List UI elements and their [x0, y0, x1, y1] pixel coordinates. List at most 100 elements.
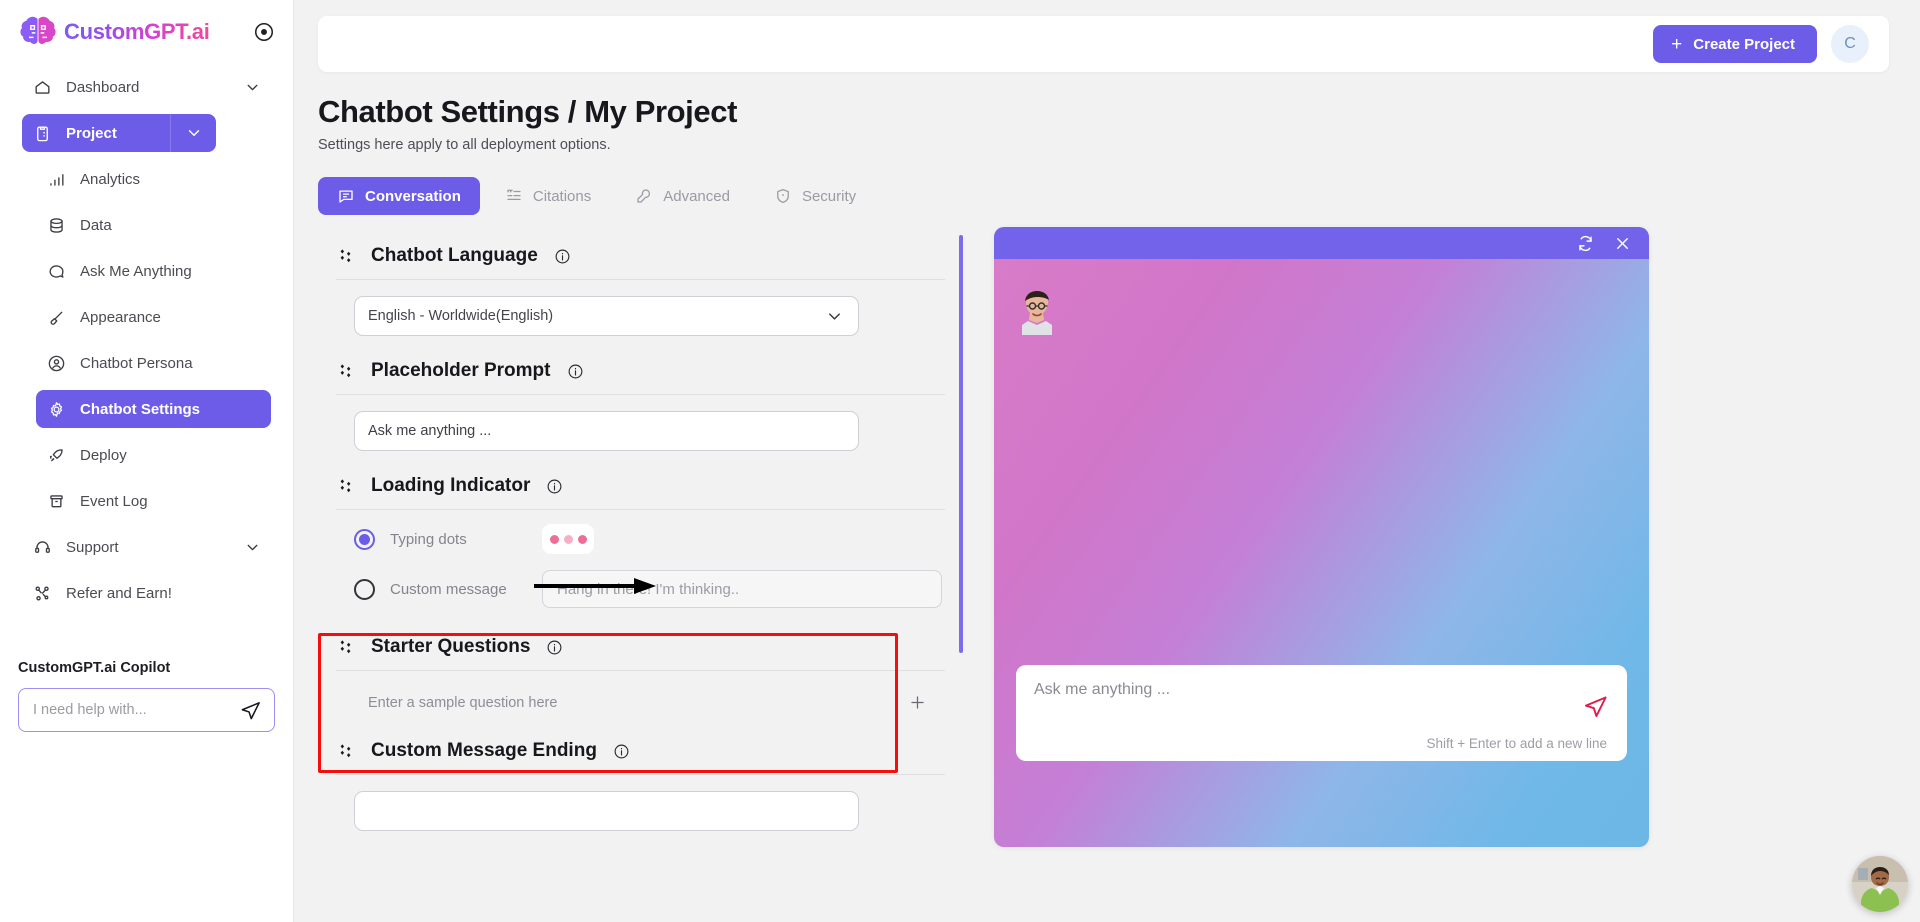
message-square-icon [337, 187, 355, 205]
custom-message-ending-input[interactable] [368, 803, 844, 819]
refresh-icon[interactable] [1576, 234, 1595, 253]
custom-message-ending-input-wrap[interactable] [354, 791, 859, 831]
copilot-panel: CustomGPT.ai Copilot [0, 660, 293, 732]
info-icon[interactable] [567, 363, 584, 380]
placeholder-prompt-input-wrap[interactable] [354, 411, 859, 451]
starter-question-row [318, 671, 945, 730]
sidebar-item-dashboard[interactable]: Dashboard [22, 68, 271, 106]
tab-security[interactable]: Security [755, 177, 875, 215]
drag-handle-icon[interactable] [336, 477, 355, 496]
sidebar-item-label: Analytics [80, 170, 141, 188]
brand-name: CustomGPT.ai [64, 19, 210, 44]
chatbot-preview-panel: Ask me anything ... Shift + Enter to add… [994, 227, 1649, 847]
plus-icon[interactable] [908, 693, 927, 712]
info-icon[interactable] [546, 478, 563, 495]
settings-column: Chatbot Language English - Worldwide(Eng… [318, 235, 963, 855]
sidebar-item-label: Project [66, 124, 117, 142]
paintbrush-icon [47, 308, 66, 327]
tab-conversation[interactable]: Conversation [318, 177, 480, 215]
drag-handle-icon[interactable] [336, 742, 355, 761]
radio-label: Custom message [390, 580, 507, 598]
tab-citations[interactable]: Citations [486, 177, 610, 215]
chatbot-language-select[interactable]: English - Worldwide(English) [354, 296, 859, 336]
sidebar-item-analytics[interactable]: Analytics [36, 160, 271, 198]
language-field: English - Worldwide(English) [318, 280, 945, 350]
drag-handle-icon[interactable] [336, 362, 355, 381]
app-root: CustomGPT.ai Dashboard Project Analytics… [0, 0, 1920, 922]
section-header: Custom Message Ending [318, 730, 945, 762]
custom-message-ending-field [318, 775, 945, 845]
shield-check-icon [774, 187, 792, 205]
home-icon [33, 78, 52, 97]
copilot-input-wrap[interactable] [18, 688, 275, 732]
typing-dots-preview [542, 524, 594, 554]
sidebar-project-expand-button[interactable] [170, 114, 216, 152]
sidebar-item-label: Refer and Earn! [66, 584, 172, 602]
info-icon[interactable] [546, 639, 563, 656]
drag-handle-icon[interactable] [336, 638, 355, 657]
tab-advanced[interactable]: Advanced [616, 177, 749, 215]
close-icon[interactable] [1613, 234, 1632, 253]
info-icon[interactable] [613, 743, 630, 760]
bar-chart-icon [47, 170, 66, 189]
preview-body: Ask me anything ... Shift + Enter to add… [994, 259, 1649, 847]
create-project-button[interactable]: + Create Project [1653, 25, 1817, 63]
customgpt-brain-logo-icon [20, 15, 56, 49]
target-icon[interactable] [253, 21, 275, 43]
page-header: Chatbot Settings / My Project Settings h… [294, 72, 1920, 153]
main-content: + Create Project C Chatbot Settings / My… [294, 0, 1920, 922]
sidebar-item-label: Data [80, 216, 112, 234]
chat-bubble-icon [47, 262, 66, 281]
sidebar-item-data[interactable]: Data [36, 206, 271, 244]
section-custom-message-ending: Custom Message Ending [318, 730, 945, 845]
dot-2 [563, 534, 573, 544]
wrench-icon [635, 187, 653, 205]
starter-question-input[interactable] [368, 694, 908, 711]
gear-icon [47, 400, 66, 419]
radio-custom-message[interactable] [354, 578, 375, 600]
dot-1 [549, 534, 559, 544]
sidebar-item-deploy[interactable]: Deploy [36, 436, 271, 474]
sidebar-item-project[interactable]: Project [22, 114, 170, 152]
sidebar-item-label: Support [66, 538, 119, 556]
preview-header [994, 227, 1649, 259]
sidebar-item-refer-and-earn[interactable]: Refer and Earn! [22, 574, 271, 612]
section-header: Starter Questions [318, 626, 945, 658]
user-avatar[interactable]: C [1831, 25, 1869, 63]
create-project-label: Create Project [1693, 35, 1795, 53]
chevron-down-icon[interactable] [244, 79, 261, 96]
section-starter-questions: Starter Questions [318, 626, 945, 730]
radio-label: Typing dots [390, 530, 467, 548]
tab-label: Advanced [663, 187, 730, 205]
chevron-down-icon[interactable] [244, 539, 261, 556]
placeholder-prompt-input[interactable] [368, 423, 844, 439]
send-icon[interactable] [239, 699, 262, 722]
sidebar-item-support[interactable]: Support [22, 528, 271, 566]
placeholder-prompt-field [318, 395, 945, 465]
copilot-input[interactable] [33, 702, 239, 718]
section-chatbot-language: Chatbot Language English - Worldwide(Eng… [318, 235, 945, 350]
sidebar-item-event-log[interactable]: Event Log [36, 482, 271, 520]
sidebar-item-appearance[interactable]: Appearance [36, 298, 271, 336]
copilot-title: CustomGPT.ai Copilot [18, 660, 171, 676]
drag-handle-icon[interactable] [336, 247, 355, 266]
section-placeholder-prompt: Placeholder Prompt [318, 350, 945, 465]
sidebar-item-chatbot-settings[interactable]: Chatbot Settings [36, 390, 271, 428]
preview-chat-input-wrap[interactable]: Ask me anything ... Shift + Enter to add… [1016, 665, 1627, 761]
scrollbar-thumb[interactable] [959, 235, 963, 653]
info-icon[interactable] [554, 248, 571, 265]
loading-option-typing-dots[interactable]: Typing dots [318, 524, 945, 554]
settings-scrollbar[interactable] [959, 235, 963, 653]
send-icon[interactable] [1582, 693, 1609, 720]
page-title: Chatbot Settings / My Project [318, 94, 737, 129]
preview-input-placeholder: Ask me anything ... [1034, 681, 1171, 698]
section-title: Placeholder Prompt [371, 360, 551, 381]
settings-and-preview: Chatbot Language English - Worldwide(Eng… [294, 227, 1920, 855]
sidebar-item-chatbot-persona[interactable]: Chatbot Persona [36, 344, 271, 382]
chevron-down-icon [188, 130, 199, 136]
radio-typing-dots[interactable] [354, 528, 375, 550]
headset-icon [33, 538, 52, 557]
sidebar-item-label: Chatbot Persona [80, 354, 193, 372]
support-agent-fab[interactable] [1852, 856, 1908, 912]
sidebar-item-ask-me-anything[interactable]: Ask Me Anything [36, 252, 271, 290]
